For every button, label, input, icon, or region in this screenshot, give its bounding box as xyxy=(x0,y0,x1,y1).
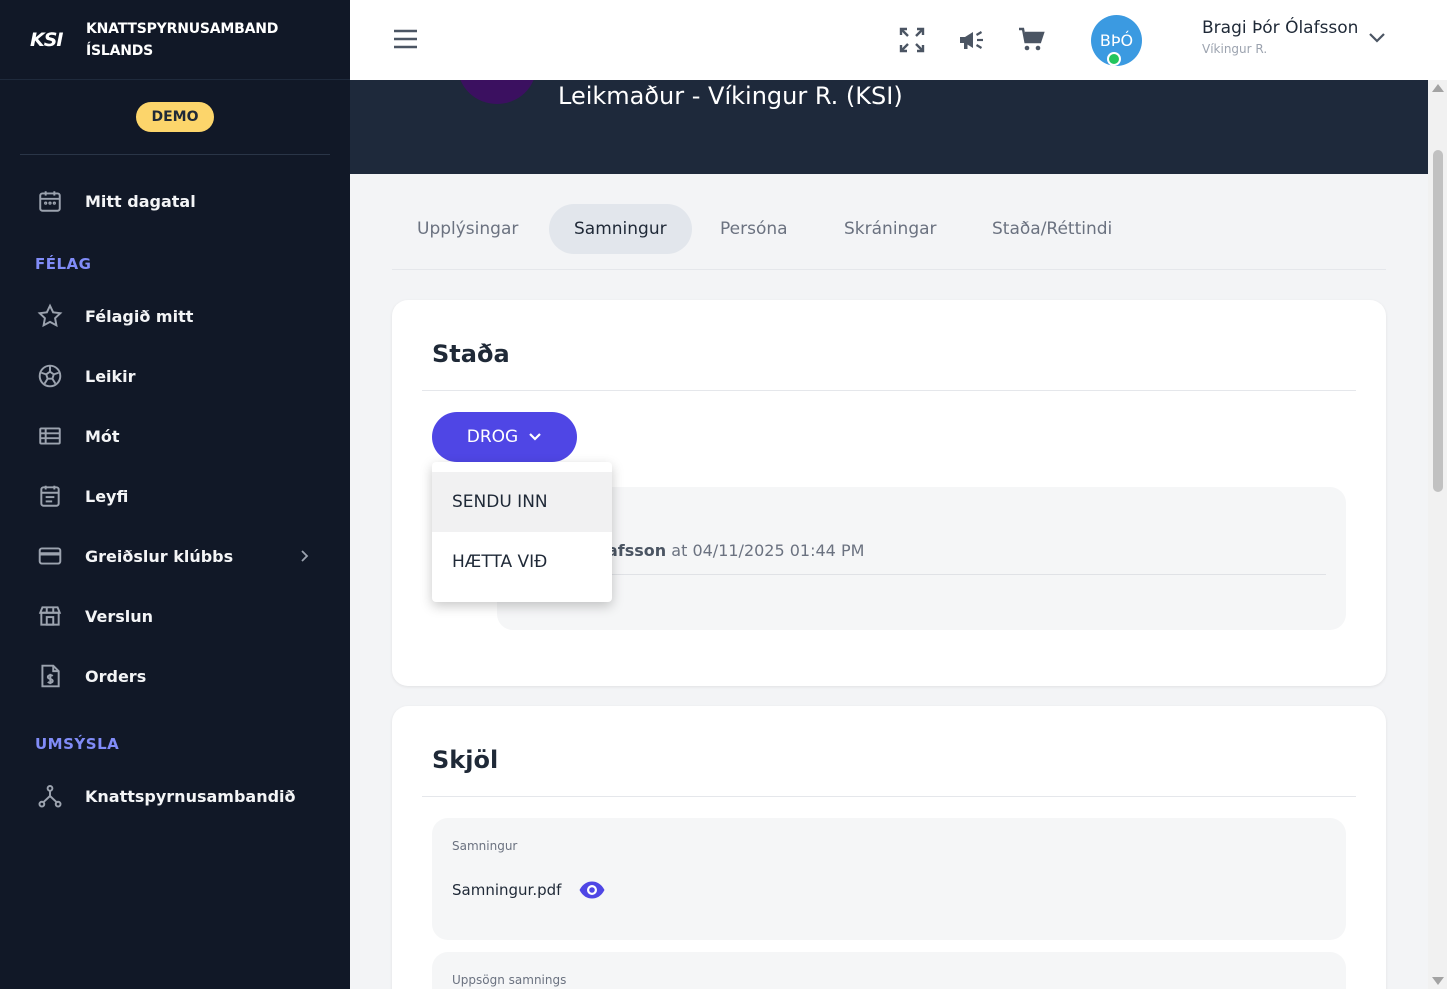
sidebar-item-orders[interactable]: Orders xyxy=(0,654,350,698)
profile-banner: Leikmaður - Víkingur R. (KSI) xyxy=(350,80,1428,174)
star-icon xyxy=(36,302,64,330)
sidebar-item-verslun[interactable]: Verslun xyxy=(0,594,350,638)
soccer-ball-icon xyxy=(36,362,64,390)
chevron-down-icon[interactable] xyxy=(1368,32,1386,44)
tab-persona[interactable]: Persóna xyxy=(695,204,813,254)
license-icon xyxy=(36,482,64,510)
sidebar-item-leyfi[interactable]: Leyfi xyxy=(0,474,350,518)
brand-name: KNATTSPYRNUSAMBAND ÍSLANDS xyxy=(86,20,279,59)
chevron-down-icon xyxy=(529,433,542,441)
section-label-felag: FÉLAG xyxy=(35,255,92,273)
top-bar: BÞÓ Bragi Þór Ólafsson Víkingur R. xyxy=(350,0,1447,80)
sidebar-item-mitt-dagatal[interactable]: Mitt dagatal xyxy=(0,179,350,223)
document-item: Uppsögn samnings xyxy=(432,952,1346,989)
eye-icon[interactable] xyxy=(578,880,606,900)
menu-item-sendu-inn[interactable]: SENDU INN xyxy=(432,472,612,532)
section-label-umsysla: UMSÝSLA xyxy=(35,735,120,753)
online-status-dot xyxy=(1107,52,1121,66)
calendar-icon xyxy=(36,187,64,215)
profile-tabs: Upplýsingar Samningur Persóna Skráningar… xyxy=(392,204,1386,270)
hamburger-menu-icon[interactable] xyxy=(393,28,418,50)
sidebar-item-mot[interactable]: Mót xyxy=(0,414,350,458)
document-file-name[interactable]: Samningur.pdf xyxy=(452,881,561,899)
hierarchy-icon xyxy=(36,782,64,810)
status-dropdown-menu: SENDU INN HÆTTA VIÐ xyxy=(432,462,612,602)
tab-stada-rettindi[interactable]: Staða/Réttindi xyxy=(967,204,1137,254)
store-icon xyxy=(36,602,64,630)
documents-card: Skjöl Samningur Samningur.pdf Uppsögn sa… xyxy=(392,706,1386,989)
megaphone-icon[interactable] xyxy=(956,24,988,56)
tab-skraningar[interactable]: Skráningar xyxy=(819,204,962,254)
credit-card-icon xyxy=(36,542,64,570)
page-title: Leikmaður - Víkingur R. (KSI) xyxy=(558,82,903,110)
invoice-icon xyxy=(36,662,64,690)
brand[interactable]: KSI KNATTSPYRNUSAMBAND ÍSLANDS xyxy=(0,0,350,80)
sidebar: KSI KNATTSPYRNUSAMBAND ÍSLANDS DEMO Mitt… xyxy=(0,0,350,989)
scroll-up-arrow[interactable] xyxy=(1432,84,1444,92)
chevron-right-icon xyxy=(301,550,309,562)
sidebar-divider xyxy=(20,154,330,155)
status-history-entry: afsson at 04/11/2025 01:44 PM First stat… xyxy=(497,487,1346,630)
player-avatar xyxy=(458,80,536,104)
history-timestamp: at 04/11/2025 01:44 PM xyxy=(666,541,865,560)
documents-card-title: Skjöl xyxy=(432,746,499,774)
scroll-down-arrow[interactable] xyxy=(1432,977,1444,985)
demo-badge: DEMO xyxy=(136,102,214,132)
user-name[interactable]: Bragi Þór Ólafsson xyxy=(1202,18,1358,38)
sidebar-item-felagid-mitt[interactable]: Félagið mitt xyxy=(0,294,350,338)
page-scrollbar[interactable] xyxy=(1428,80,1447,989)
document-item: Samningur Samningur.pdf xyxy=(432,818,1346,940)
sidebar-item-greidslur-klubbs[interactable]: Greiðslur klúbbs xyxy=(0,534,350,578)
shopping-cart-icon[interactable] xyxy=(1016,24,1048,56)
user-club: Víkingur R. xyxy=(1202,42,1268,56)
scroll-thumb[interactable] xyxy=(1433,150,1443,492)
tab-samningur[interactable]: Samningur xyxy=(549,204,692,254)
menu-item-haetta-vid[interactable]: HÆTTA VIÐ xyxy=(432,532,612,592)
ksi-logo: KSI xyxy=(30,28,63,51)
table-list-icon xyxy=(36,422,64,450)
history-user: afsson xyxy=(607,541,667,560)
fullscreen-icon[interactable] xyxy=(896,24,928,56)
tab-upplysingar[interactable]: Upplýsingar xyxy=(392,204,543,254)
sidebar-item-leikir[interactable]: Leikir xyxy=(0,354,350,398)
sidebar-item-knattspyrnusambandid[interactable]: Knattspyrnusambandið xyxy=(0,774,350,818)
status-dropdown-button[interactable]: DROG xyxy=(432,412,577,462)
document-label: Samningur xyxy=(452,839,518,853)
status-card-title: Staða xyxy=(432,340,510,368)
document-label: Uppsögn samnings xyxy=(452,973,567,987)
